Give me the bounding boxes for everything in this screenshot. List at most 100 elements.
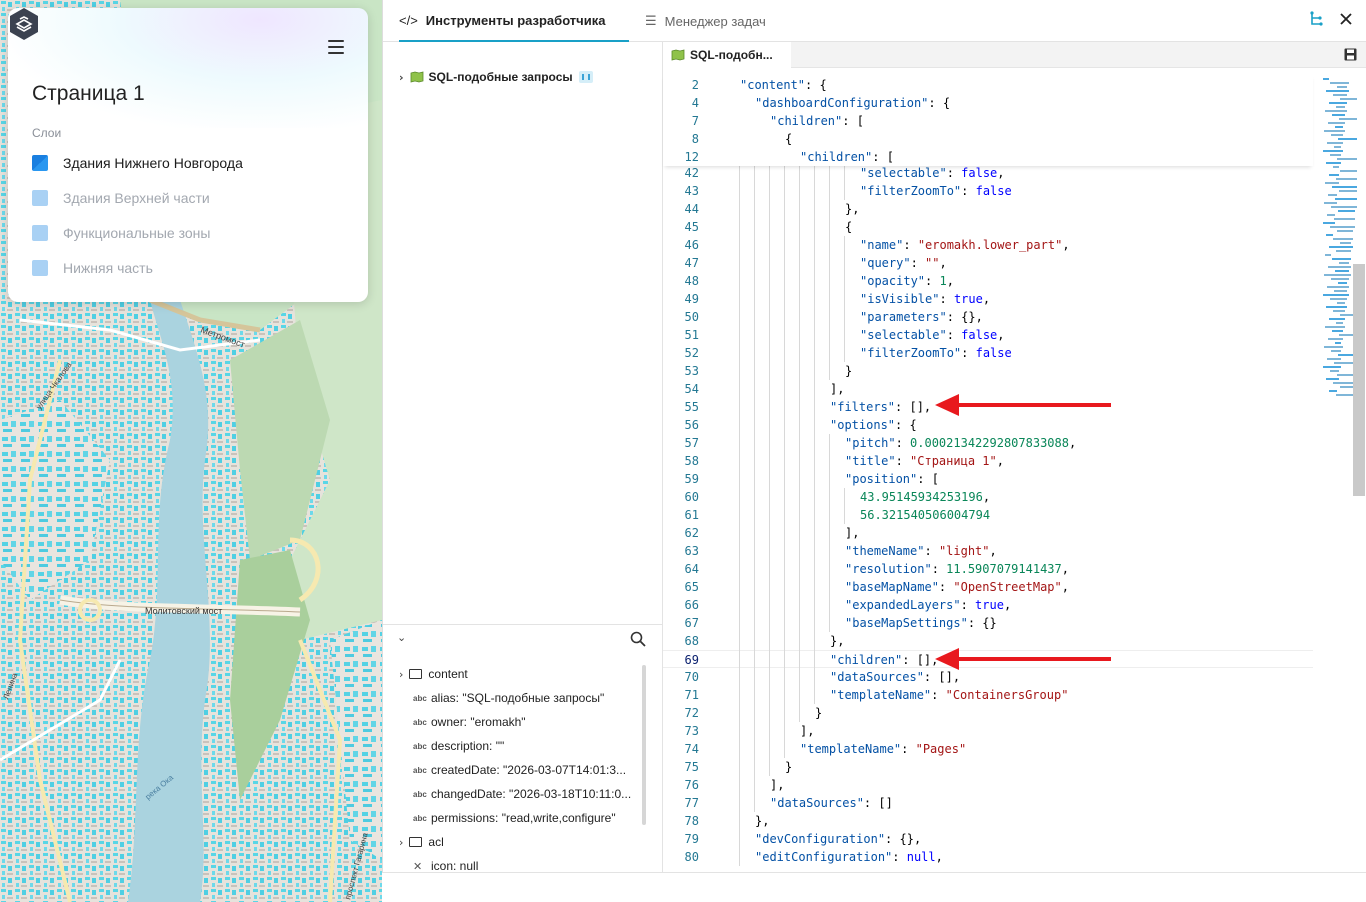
layer-item-lower-part[interactable]: Нижняя часть xyxy=(32,258,153,278)
close-icon[interactable] xyxy=(1339,12,1353,26)
code-line[interactable]: 57 "pitch": 0.00021342292807833088, xyxy=(663,434,1313,452)
prop-icon[interactable]: ✕ icon: null xyxy=(413,859,478,873)
indent-guide xyxy=(814,218,815,236)
code-line[interactable]: 75} xyxy=(663,758,1313,776)
line-number: 63 xyxy=(684,544,699,558)
code-text: "query": "", xyxy=(860,256,947,270)
line-number: 46 xyxy=(684,238,699,252)
tree-item-sql-queries[interactable]: › SQL-подобные запросы xyxy=(399,70,593,84)
sticky-code-line[interactable]: 8{ xyxy=(663,130,1313,148)
prop-folder-content[interactable]: › content xyxy=(399,667,468,681)
indent-guide xyxy=(829,308,830,326)
sticky-code-line[interactable]: 7 "children": [ xyxy=(663,112,1313,130)
code-line[interactable]: 80 "editConfiguration": null, xyxy=(663,848,1313,866)
code-line[interactable]: 43 "filterZoomTo": false xyxy=(663,182,1313,200)
indent-guide xyxy=(769,182,770,200)
code-line[interactable]: 73], xyxy=(663,722,1313,740)
layer-item-nizhny-buildings[interactable]: Здания Нижнего Новгорода xyxy=(32,153,243,173)
code-text: "children": [ xyxy=(800,150,894,164)
code-line[interactable]: 53} xyxy=(663,362,1313,380)
line-number: 78 xyxy=(684,814,699,828)
line-number: 80 xyxy=(684,850,699,864)
code-line[interactable]: 66 "expandedLayers": true, xyxy=(663,596,1313,614)
code-line[interactable]: 74 "templateName": "Pages" xyxy=(663,740,1313,758)
code-text: 56.321540506004794 xyxy=(860,508,991,522)
code-line[interactable]: 52 "filterZoomTo": false xyxy=(663,344,1313,362)
layer-item-functional-zones[interactable]: Функциональные зоны xyxy=(32,223,210,243)
indent-guide xyxy=(829,524,830,542)
code-line[interactable]: 58 "title": "Страница 1", xyxy=(663,452,1313,470)
code-line[interactable]: 42 "selectable": false, xyxy=(663,164,1313,182)
code-text: "title": "Страница 1", xyxy=(845,454,1004,468)
prop-permissions[interactable]: abc permissions: "read,write,configure" xyxy=(413,811,616,825)
code-line[interactable]: 45 { xyxy=(663,218,1313,236)
indent-guide xyxy=(784,560,785,578)
text-type-icon: abc xyxy=(413,813,427,823)
indent-guide xyxy=(784,254,785,272)
prop-description[interactable]: abc description: "" xyxy=(413,739,504,753)
indent-guide xyxy=(754,722,755,740)
layer-label: Нижняя часть xyxy=(63,260,153,276)
indent-guide xyxy=(769,344,770,362)
indent-guide xyxy=(739,236,740,254)
sticky-code-line[interactable]: 2 "content": { xyxy=(663,76,1313,94)
code-line[interactable]: 60 43.95145934253196, xyxy=(663,488,1313,506)
code-line[interactable]: 56 "options": { xyxy=(663,416,1313,434)
code-line[interactable]: 78}, xyxy=(663,812,1313,830)
line-number: 50 xyxy=(684,310,699,324)
tab-task-manager[interactable]: ☰ Менеджер задач xyxy=(645,0,766,42)
indent-guide xyxy=(754,704,755,722)
indent-guide xyxy=(784,200,785,218)
code-text: } xyxy=(785,760,793,774)
indent-guide xyxy=(754,524,755,542)
code-line[interactable]: 77 "dataSources": [] xyxy=(663,794,1313,812)
menu-icon[interactable] xyxy=(328,40,344,54)
code-line[interactable]: 79 "devConfiguration": {}, xyxy=(663,830,1313,848)
code-line[interactable]: 49 "isVisible": true, xyxy=(663,290,1313,308)
code-line[interactable]: 64 "resolution": 11.5907079141437, xyxy=(663,560,1313,578)
code-line[interactable]: 44}, xyxy=(663,200,1313,218)
code-line[interactable]: 67 "baseMapSettings": {} xyxy=(663,614,1313,632)
prop-folder-acl[interactable]: › acl xyxy=(399,835,444,849)
code-line[interactable]: 71 "templateName": "ContainersGroup" xyxy=(663,686,1313,704)
prop-alias[interactable]: abc alias: "SQL-подобные запросы" xyxy=(413,691,604,705)
indent-guide xyxy=(829,218,830,236)
code-line[interactable]: 50 "parameters": {}, xyxy=(663,308,1313,326)
map-view[interactable]: Метромост Молитовский мост улица Чкалова… xyxy=(0,0,382,902)
code-area[interactable]: 2 "content": {4 "dashboardConfiguration": … xyxy=(663,74,1313,872)
indent-guide xyxy=(814,344,815,362)
code-line[interactable]: 63 "themeName": "light", xyxy=(663,542,1313,560)
code-line[interactable]: 76], xyxy=(663,776,1313,794)
search-icon[interactable] xyxy=(630,631,646,647)
code-line[interactable]: 65 "baseMapName": "OpenStreetMap", xyxy=(663,578,1313,596)
indent-guide xyxy=(844,488,845,506)
indent-guide xyxy=(844,308,845,326)
editor-vertical-scrollbar[interactable] xyxy=(1353,264,1365,496)
line-number: 71 xyxy=(684,688,699,702)
code-line[interactable]: 59 "position": [ xyxy=(663,470,1313,488)
sticky-code-line[interactable]: 4 "dashboardConfiguration": { xyxy=(663,94,1313,112)
tab-developer-tools[interactable]: </> Инструменты разработчика xyxy=(399,0,629,42)
code-line[interactable]: 72} xyxy=(663,704,1313,722)
json-editor[interactable]: SQL-подобн... 2 "content": {4 "dashboardCo… xyxy=(663,42,1366,872)
properties-scrollbar[interactable] xyxy=(642,665,646,825)
save-icon[interactable] xyxy=(1344,48,1357,61)
layer-item-upper-buildings[interactable]: Здания Верхней части xyxy=(32,188,210,208)
prop-created-date[interactable]: abc createdDate: "2026-03-07T14:01:3... xyxy=(413,763,626,777)
tree-structure-icon[interactable] xyxy=(1309,11,1323,27)
line-number: 51 xyxy=(684,328,699,342)
editor-tab-sql[interactable]: SQL-подобн... xyxy=(663,42,791,68)
code-line[interactable]: 47 "query": "", xyxy=(663,254,1313,272)
prop-owner[interactable]: abc owner: "eromakh" xyxy=(413,715,526,729)
code-line[interactable]: 62], xyxy=(663,524,1313,542)
code-line[interactable]: 51 "selectable": false, xyxy=(663,326,1313,344)
text-type-icon: abc xyxy=(413,789,427,799)
indent-guide xyxy=(784,542,785,560)
sticky-code-line[interactable]: 12 "children": [ xyxy=(663,148,1313,166)
code-text: }, xyxy=(755,814,770,828)
code-line[interactable]: 46 "name": "eromakh.lower_part", xyxy=(663,236,1313,254)
code-line[interactable]: 61 56.321540506004794 xyxy=(663,506,1313,524)
chevron-down-icon[interactable]: ⌄ xyxy=(397,631,406,644)
prop-changed-date[interactable]: abc changedDate: "2026-03-18T10:11:0... xyxy=(413,787,631,801)
code-line[interactable]: 48 "opacity": 1, xyxy=(663,272,1313,290)
